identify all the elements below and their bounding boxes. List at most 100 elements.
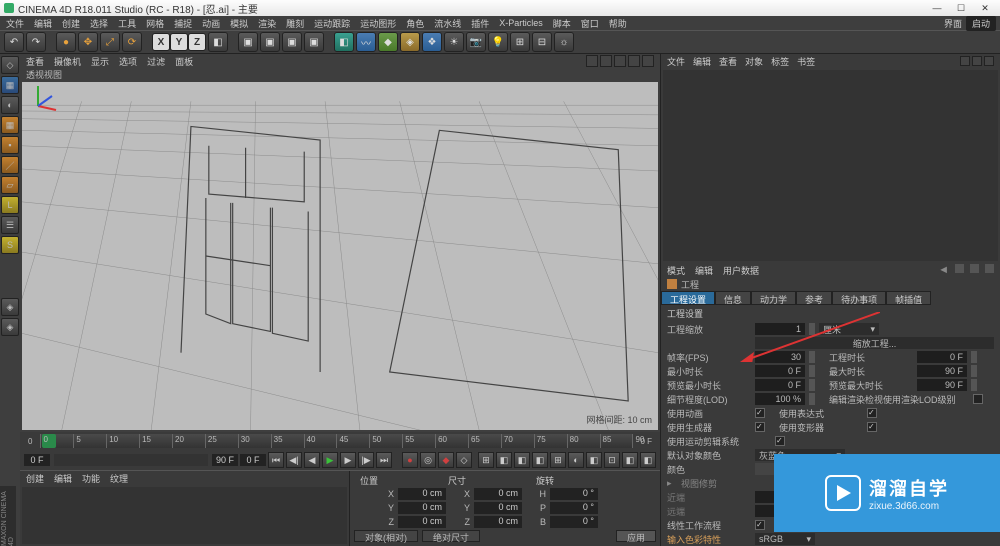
record-button[interactable]: ● (402, 452, 418, 468)
use-gen-check[interactable] (755, 422, 765, 432)
scale-project-button[interactable]: 缩放工程... (755, 337, 994, 349)
pb-extra-4[interactable]: ◧ (532, 452, 548, 468)
lod-field[interactable]: 100 % (755, 393, 805, 405)
use-expr-check[interactable] (867, 408, 877, 418)
undo-button[interactable]: ↶ (4, 32, 24, 52)
om-menu-file[interactable]: 文件 (667, 55, 685, 68)
pb-extra-10[interactable]: ◧ (640, 452, 656, 468)
use-deform-check[interactable] (867, 422, 877, 432)
axis-z-button[interactable]: Z (188, 33, 206, 51)
minimize-button[interactable]: — (926, 2, 948, 14)
menu-script[interactable]: 脚本 (553, 17, 571, 30)
prev-key-button[interactable]: ◀| (286, 452, 302, 468)
om-menu-object[interactable]: 对象 (745, 55, 763, 68)
viewport-layout-3-button[interactable] (614, 55, 626, 67)
layout-value[interactable]: 启动 (966, 16, 996, 31)
attr-icon-1[interactable] (955, 264, 964, 273)
coord-y-field[interactable]: 0 cm (398, 502, 446, 514)
prev-max-spinner[interactable] (971, 379, 977, 391)
fps-field[interactable]: 30 (755, 351, 805, 363)
use-motion-check[interactable] (775, 436, 785, 446)
menu-snap[interactable]: 捕捉 (174, 17, 192, 30)
axis-y-button[interactable]: Y (170, 33, 188, 51)
picture-viewer-button[interactable]: ▣ (304, 32, 324, 52)
coord-tab-position[interactable]: 位置 (360, 474, 378, 487)
menu-animate[interactable]: 动画 (202, 17, 220, 30)
coord-x-field[interactable]: 0 cm (398, 488, 446, 500)
workplane-button[interactable]: ▦ (1, 116, 19, 134)
max-time-field[interactable]: 90 F (917, 365, 967, 377)
pb-extra-6[interactable]: ◐ (568, 452, 584, 468)
viewport-layout-2-button[interactable] (600, 55, 612, 67)
range-start-field[interactable]: 0 F (24, 454, 50, 466)
om-icon-1[interactable] (960, 56, 970, 66)
menu-simulate[interactable]: 模拟 (230, 17, 248, 30)
pb-extra-1[interactable]: ⊞ (478, 452, 494, 468)
camera-button[interactable]: 📷 (466, 32, 486, 52)
use-anim-check[interactable] (755, 408, 765, 418)
abs-size-dropdown[interactable]: 绝对尺寸 (422, 530, 480, 542)
menu-create[interactable]: 创建 (62, 17, 80, 30)
to-end-button[interactable]: ⏭ (376, 452, 392, 468)
prev-max-field[interactable]: 90 F (917, 379, 967, 391)
menu-window[interactable]: 窗口 (581, 17, 599, 30)
spline-button[interactable]: 〰 (356, 32, 376, 52)
environment-button[interactable]: ☀ (444, 32, 464, 52)
axis-x-button[interactable]: X (152, 33, 170, 51)
attr-icon-3[interactable] (985, 264, 994, 273)
coord-system-button[interactable]: ◧ (208, 32, 228, 52)
keyframe-button[interactable]: ◆ (438, 452, 454, 468)
view-menu-options[interactable]: 选项 (119, 55, 137, 68)
om-menu-edit[interactable]: 编辑 (693, 55, 711, 68)
attr-menu-userdata[interactable]: 用户数据 (723, 264, 759, 277)
menu-edit[interactable]: 编辑 (34, 17, 52, 30)
snap-button[interactable]: S (1, 236, 19, 254)
view-menu-view[interactable]: 查看 (26, 55, 44, 68)
prev-min-field[interactable]: 0 F (755, 379, 805, 391)
next-frame-button[interactable]: ▶ (340, 452, 356, 468)
render-settings-button[interactable]: ▣ (282, 32, 302, 52)
mat-tab-func[interactable]: 功能 (82, 472, 100, 485)
texture-mode-button[interactable]: ◐ (1, 96, 19, 114)
view-menu-display[interactable]: 显示 (91, 55, 109, 68)
timeline[interactable]: 0 051015202530354045505560657075808590 0… (20, 432, 660, 450)
om-icon-2[interactable] (972, 56, 982, 66)
max-time-spinner[interactable] (971, 365, 977, 377)
view-menu-panel[interactable]: 面板 (175, 55, 193, 68)
mat-tab-texture[interactable]: 纹理 (110, 472, 128, 485)
range-slider[interactable] (54, 454, 208, 466)
scale-field[interactable]: 1 (755, 323, 805, 335)
apply-button[interactable]: 应用 (616, 530, 656, 542)
attr-nav-back-icon[interactable]: ◄ (938, 264, 949, 276)
prev-min-spinner[interactable] (809, 379, 815, 391)
scale-spinner[interactable] (809, 323, 815, 335)
menu-sculpt[interactable]: 雕刻 (286, 17, 304, 30)
tab-todo[interactable]: 待办事项 (832, 291, 886, 305)
deformer-button[interactable]: ❖ (422, 32, 442, 52)
light-button[interactable]: 💡 (488, 32, 508, 52)
current-frame-field[interactable]: 0 F (240, 454, 266, 466)
lod-spinner[interactable] (809, 393, 815, 405)
min-time-spinner[interactable] (809, 365, 815, 377)
view-menu-camera[interactable]: 摄像机 (54, 55, 81, 68)
size-z-field[interactable]: 0 cm (474, 516, 522, 528)
mat-tab-edit[interactable]: 编辑 (54, 472, 72, 485)
viewport-solo2-button[interactable]: ◈ (1, 318, 19, 336)
om-menu-view[interactable]: 查看 (719, 55, 737, 68)
menu-mesh[interactable]: 网格 (146, 17, 164, 30)
keyframe-options-button[interactable]: ◇ (456, 452, 472, 468)
render-region-button[interactable]: ▣ (260, 32, 280, 52)
scale-button[interactable]: ⤢ (100, 32, 120, 52)
material-list[interactable] (22, 487, 347, 544)
pb-extra-3[interactable]: ◧ (514, 452, 530, 468)
menu-pipeline[interactable]: 流水线 (434, 17, 461, 30)
tab-project-settings[interactable]: 工程设置 (661, 291, 715, 305)
input-profile-dropdown[interactable]: sRGB▾ (755, 533, 815, 545)
tab-interpolation[interactable]: 帧插值 (886, 291, 931, 305)
poly-mode-button[interactable]: ▱ (1, 176, 19, 194)
menu-render[interactable]: 渲染 (258, 17, 276, 30)
menu-character[interactable]: 角色 (406, 17, 424, 30)
next-key-button[interactable]: |▶ (358, 452, 374, 468)
maximize-button[interactable]: ☐ (950, 2, 972, 14)
min-time-field[interactable]: 0 F (755, 365, 805, 377)
